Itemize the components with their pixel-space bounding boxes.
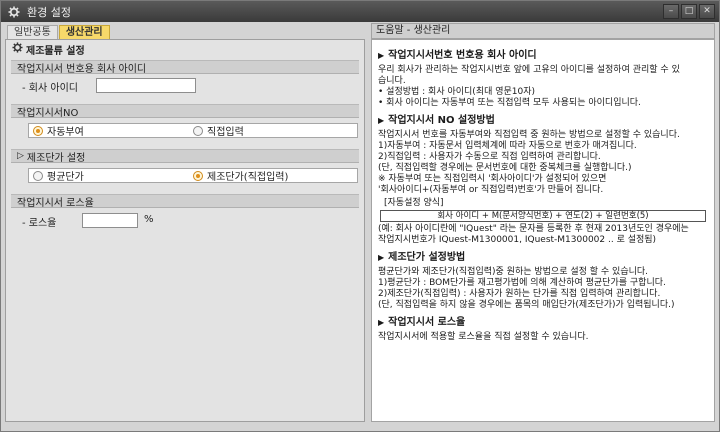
help-paragraph: 작업지시서에 적용할 로스율을 직접 설정할 수 있습니다. (378, 332, 589, 342)
close-button[interactable]: ✕ (699, 4, 715, 19)
tab-strip: 일반공통 생산관리 (7, 25, 111, 40)
gear-icon (12, 42, 23, 56)
panel-header: 제조물류 설정 (12, 42, 85, 57)
help-heading: ▶ 제조단가 설정방법 (378, 252, 708, 263)
minimize-button[interactable]: – (663, 4, 679, 19)
radio-label: 직접입력 (207, 127, 244, 138)
help-heading-text: 작업지시서 로스율 (388, 317, 466, 328)
help-heading: ▶ 작업지시서번호 번호용 회사 아이디 (378, 50, 708, 61)
help-panel-title: 도움말 - 생산관리 (371, 23, 715, 39)
section-title: 작업지시서NO (17, 107, 79, 119)
work-order-no-radio-group: 자동부여 직접입력 (28, 123, 358, 138)
radio-auto-assign[interactable]: 자동부여 (33, 123, 84, 138)
help-heading: ▶ 작업지시서 NO 설정방법 (378, 115, 708, 126)
help-paragraph: 작업지시서 번호를 자동부여와 직접입력 중 원하는 방법으로 설정할 수 있습… (378, 130, 680, 195)
radio-indicator (33, 125, 43, 136)
radio-manual-input[interactable]: 직접입력 (193, 123, 244, 138)
help-paragraph: 우리 회사가 관리하는 작업지시번호 앞에 고유의 아이디를 설정하여 관리할 … (378, 65, 680, 108)
company-id-input[interactable] (96, 78, 196, 93)
radio-average-cost[interactable]: 평균단가 (33, 168, 84, 183)
section-title: 제조단가 설정 (26, 152, 86, 164)
auto-format-label: [자동설정 양식] (384, 198, 444, 208)
company-id-row: - 회사 아이디 (22, 79, 84, 94)
triangle-bullet-icon: ▶ (378, 116, 385, 125)
radio-indicator (193, 125, 203, 136)
section-title: 작업지시서 로스율 (17, 197, 94, 209)
section-manufacturing-cost[interactable]: ▷ 제조단가 설정 (11, 149, 359, 164)
expand-arrow-icon: ▷ (17, 151, 24, 161)
loss-rate-row: - 로스율 (22, 214, 62, 229)
triangle-bullet-icon: ▶ (378, 318, 385, 327)
triangle-bullet-icon: ▶ (378, 51, 385, 60)
radio-manufacturing-cost-manual[interactable]: 제조단가(직접입력) (193, 168, 288, 183)
help-paragraph: 평균단가와 제조단가(직접입력)중 원하는 방법으로 설정 할 수 있습니다. … (378, 267, 675, 310)
window-title: 환경 설정 (27, 5, 71, 19)
settings-panel: 제조물류 설정 작업지시서 번호용 회사 아이디 - 회사 아이디 작업지시서N… (5, 39, 365, 422)
auto-format-formula: 회사 아이디 + M(문서양식번호) + 연도(2) + 일련번호(5) (380, 210, 706, 222)
radio-label: 평균단가 (47, 172, 84, 183)
company-id-label: - 회사 아이디 (22, 83, 78, 94)
help-panel[interactable]: ▶ 작업지시서번호 번호용 회사 아이디 우리 회사가 관리하는 작업지시번호 앞… (371, 39, 715, 422)
tab-general-common[interactable]: 일반공통 (7, 25, 58, 40)
panel-header-label: 제조물류 설정 (26, 45, 85, 57)
radio-label: 자동부여 (47, 127, 84, 138)
title-bar[interactable]: 환경 설정 – □ ✕ (1, 1, 719, 22)
radio-label: 제조단가(직접입력) (207, 172, 289, 183)
help-heading: ▶ 작업지시서 로스율 (378, 317, 708, 328)
tab-production-management[interactable]: 생산관리 (58, 25, 110, 40)
maximize-button[interactable]: □ (681, 4, 697, 19)
radio-indicator (193, 170, 203, 181)
triangle-bullet-icon: ▶ (378, 253, 385, 262)
loss-rate-input[interactable] (82, 213, 138, 228)
help-heading-text: 제조단가 설정방법 (388, 252, 466, 263)
help-paragraph: (예: 회사 아이디란에 "IQuest" 라는 문자를 등록한 후 현재 20… (378, 224, 689, 245)
help-heading-text: 작업지시서 NO 설정방법 (388, 115, 495, 126)
section-work-order-no: 작업지시서NO (11, 104, 359, 119)
loss-rate-label: - 로스율 (22, 218, 57, 229)
percent-unit: % (144, 214, 154, 225)
section-company-id: 작업지시서 번호용 회사 아이디 (11, 60, 359, 75)
gear-icon (7, 5, 21, 19)
help-heading-text: 작업지시서번호 번호용 회사 아이디 (388, 50, 537, 61)
section-loss-rate: 작업지시서 로스율 (11, 194, 359, 209)
section-title: 작업지시서 번호용 회사 아이디 (17, 63, 147, 75)
radio-indicator (33, 170, 43, 181)
settings-window: 환경 설정 – □ ✕ 일반공통 생산관리 제조물류 설정 작업지시서 번호용 … (0, 0, 720, 432)
manufacturing-cost-radio-group: 평균단가 제조단가(직접입력) (28, 168, 358, 183)
